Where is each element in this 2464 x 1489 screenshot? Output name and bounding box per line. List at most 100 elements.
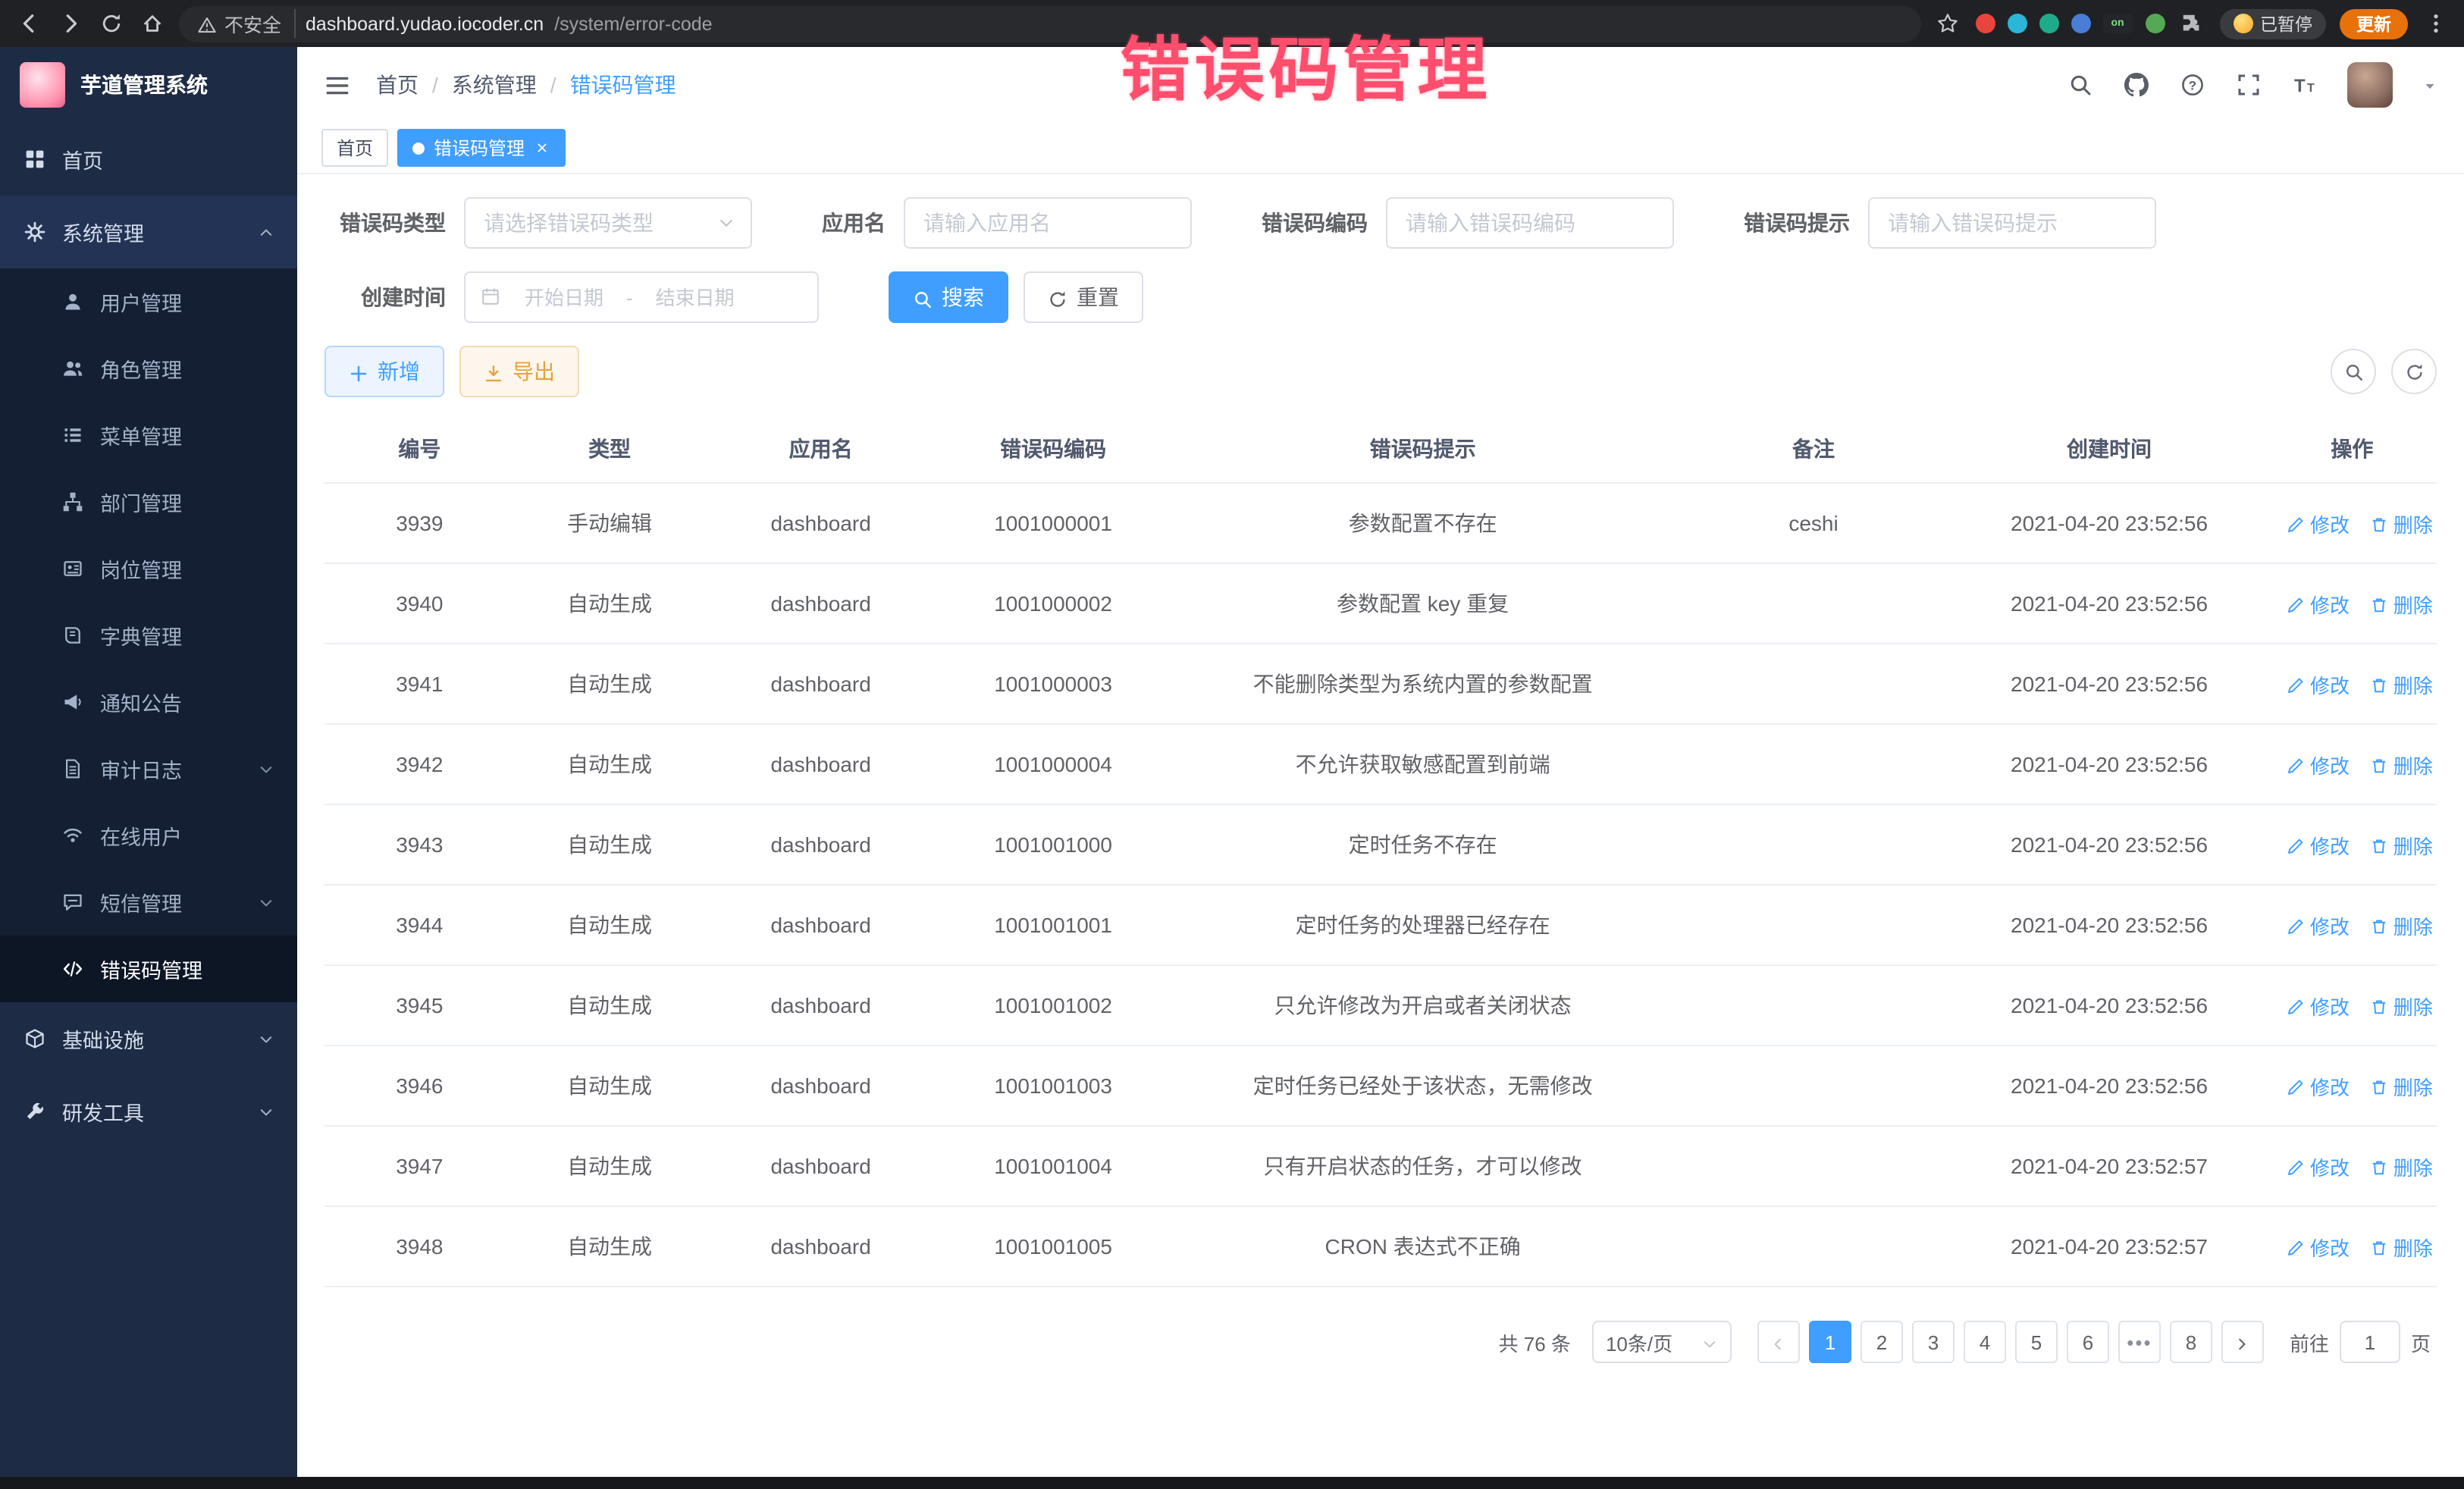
pager-page-2[interactable]: 2: [1861, 1321, 1903, 1363]
browser-reload-icon[interactable]: [97, 10, 124, 37]
delete-link[interactable]: 删除: [2371, 991, 2433, 1020]
browser-home-icon[interactable]: [138, 10, 165, 37]
sidebar-item-audit-log[interactable]: 审计日志: [0, 735, 297, 802]
add-button[interactable]: 新增: [324, 346, 444, 397]
edit-link[interactable]: 修改: [2287, 589, 2350, 618]
error-type-select[interactable]: 请选择错误码类型: [464, 197, 752, 249]
pager-page-3[interactable]: 3: [1912, 1321, 1955, 1363]
delete-link[interactable]: 删除: [2371, 509, 2433, 538]
error-hint-input[interactable]: [1868, 197, 2156, 249]
sidebar-item-dept-management[interactable]: 部门管理: [0, 469, 297, 535]
sidebar-item-online-user[interactable]: 在线用户: [0, 802, 297, 869]
sidebar-item-dict-management[interactable]: 字典管理: [0, 602, 297, 669]
search-icon: [2343, 360, 2363, 383]
reset-button-label: 重置: [1077, 282, 1119, 312]
page-size-select[interactable]: 10条/页: [1592, 1321, 1732, 1363]
update-button[interactable]: 更新: [2340, 8, 2408, 39]
error-code-table: 编号 类型 应用名 错误码编码 错误码提示 备注 创建时间 操作 3939 手动…: [324, 415, 2437, 1287]
sidebar-item-role-management[interactable]: 角色管理: [0, 335, 297, 402]
fullscreen-icon[interactable]: [2235, 71, 2262, 99]
pager-page-5[interactable]: 5: [2015, 1321, 2058, 1363]
sidebar-item-post-management[interactable]: 岗位管理: [0, 535, 297, 602]
sidebar-item-notice[interactable]: 通知公告: [0, 669, 297, 735]
edit-link[interactable]: 修改: [2287, 750, 2350, 779]
pager-page-1[interactable]: 1: [1809, 1321, 1851, 1363]
extension-green-icon[interactable]: [2039, 14, 2058, 33]
kebab-menu-icon[interactable]: [2422, 10, 2449, 37]
bookmark-star-icon[interactable]: [1934, 10, 1961, 37]
sidebar-item-infrastructure[interactable]: 基础设施: [0, 1002, 297, 1075]
breadcrumb-home[interactable]: 首页: [376, 70, 419, 100]
address-bar[interactable]: 不安全 dashboard.yudao.iocoder.cn/system/er…: [179, 5, 1920, 42]
chevron-down-icon[interactable]: [2422, 76, 2440, 94]
profile-paused-pill[interactable]: 已暂停: [2219, 8, 2326, 39]
breadcrumb-system[interactable]: 系统管理: [452, 70, 537, 100]
search-button[interactable]: 搜索: [889, 271, 1008, 323]
sidebar-collapse-icon[interactable]: [321, 70, 352, 100]
close-icon[interactable]: [534, 139, 550, 156]
toggle-search-button[interactable]: [2331, 349, 2376, 394]
sidebar-item-dev-tools[interactable]: 研发工具: [0, 1075, 297, 1148]
sidebar-item-label: 部门管理: [100, 487, 182, 517]
sidebar-item-menu-management[interactable]: 菜单管理: [0, 402, 297, 469]
browser-back-icon[interactable]: [15, 10, 42, 37]
export-button[interactable]: 导出: [459, 346, 579, 397]
delete-link[interactable]: 删除: [2371, 1071, 2433, 1100]
col-id: 编号: [324, 415, 515, 482]
delete-link[interactable]: 删除: [2371, 1152, 2433, 1180]
tab-home[interactable]: 首页: [321, 129, 388, 167]
extension-on-badge[interactable]: on: [2102, 14, 2133, 33]
pager-prev[interactable]: [1757, 1321, 1800, 1363]
delete-link[interactable]: 删除: [2371, 911, 2433, 939]
browser-forward-icon[interactable]: [56, 10, 83, 37]
date-range-picker[interactable]: -: [464, 271, 819, 323]
delete-link[interactable]: 删除: [2371, 669, 2433, 698]
tab-error-code[interactable]: 错误码管理: [397, 129, 566, 167]
pager-page-6[interactable]: 6: [2067, 1321, 2109, 1363]
chevron-down-icon: [256, 1102, 274, 1121]
pager-page-8[interactable]: 8: [2170, 1321, 2212, 1363]
pager-more[interactable]: •••: [2118, 1321, 2161, 1363]
delete-link[interactable]: 删除: [2371, 589, 2433, 618]
edit-link[interactable]: 修改: [2287, 911, 2350, 939]
edit-link[interactable]: 修改: [2287, 509, 2350, 538]
font-size-icon[interactable]: TT: [2291, 71, 2318, 99]
puzzle-icon[interactable]: [2178, 10, 2205, 37]
sidebar-item-error-code-management[interactable]: 错误码管理: [0, 936, 297, 1002]
reset-button[interactable]: 重置: [1024, 271, 1143, 323]
delete-link[interactable]: 删除: [2371, 750, 2433, 779]
end-date-input[interactable]: [641, 286, 750, 309]
refresh-table-button[interactable]: [2391, 349, 2437, 394]
avatar[interactable]: [2347, 62, 2393, 108]
search-icon[interactable]: [2067, 71, 2094, 99]
sidebar-item-user-management[interactable]: 用户管理: [0, 268, 297, 335]
extension-red-icon[interactable]: [1975, 14, 1995, 33]
edit-link[interactable]: 修改: [2287, 991, 2350, 1020]
start-date-input[interactable]: [509, 286, 619, 309]
tab-bar: 首页 错误码管理: [297, 123, 2464, 174]
sidebar-item-system-management[interactable]: 系统管理: [0, 196, 297, 268]
warning-icon: [197, 13, 217, 34]
github-icon[interactable]: [2123, 71, 2150, 99]
delete-link[interactable]: 删除: [2371, 830, 2433, 859]
extension-cyan-icon[interactable]: [2007, 14, 2027, 33]
app-name-input[interactable]: [904, 197, 1192, 249]
delete-link[interactable]: 删除: [2371, 1232, 2433, 1261]
pager-next[interactable]: [2221, 1321, 2264, 1363]
edit-label: 修改: [2310, 1232, 2350, 1261]
breadcrumb-separator: [550, 73, 556, 97]
pager-page-4[interactable]: 4: [1964, 1321, 2006, 1363]
extension-leaf-icon[interactable]: [2145, 14, 2165, 33]
sidebar-item-sms-management[interactable]: 短信管理: [0, 869, 297, 936]
sidebar-logo[interactable]: 芋道管理系统: [0, 47, 297, 123]
edit-link[interactable]: 修改: [2287, 1071, 2350, 1100]
edit-link[interactable]: 修改: [2287, 669, 2350, 698]
edit-link[interactable]: 修改: [2287, 1152, 2350, 1180]
error-code-input[interactable]: [1386, 197, 1674, 249]
extension-blue-icon[interactable]: [2071, 14, 2090, 33]
edit-link[interactable]: 修改: [2287, 1232, 2350, 1261]
edit-link[interactable]: 修改: [2287, 830, 2350, 859]
sidebar-item-home[interactable]: 首页: [0, 123, 297, 196]
goto-page-input[interactable]: [2340, 1321, 2400, 1363]
help-icon[interactable]: ?: [2179, 71, 2206, 99]
